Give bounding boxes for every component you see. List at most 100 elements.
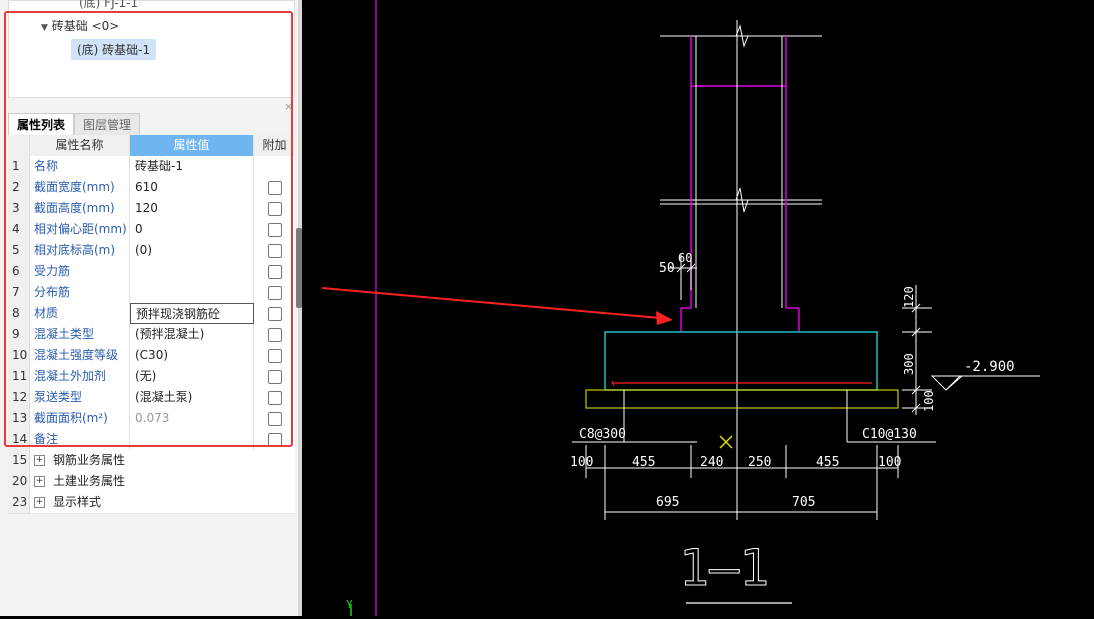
property-row[interactable]: 4 相对偏心距(mm) 0 [8,219,295,241]
group-name[interactable]: + 土建业务属性 [30,471,254,492]
property-row[interactable]: 12 泵送类型 (混凝土泵) [8,387,295,409]
dim-bottom-4: 250 [748,455,771,470]
add-checkbox[interactable] [268,328,282,342]
row-number: 15 [8,450,30,471]
add-checkbox[interactable] [268,244,282,258]
expand-plus-icon[interactable]: + [34,455,45,466]
property-row[interactable]: 14 备注 [8,429,295,451]
wall-outline [680,36,800,332]
property-name: 混凝土外加剂 [30,366,130,387]
property-value[interactable] [130,282,254,303]
add-cell [254,177,295,198]
property-value[interactable]: 预拌现浇钢筋砼 [130,303,254,324]
property-name: 名称 [30,156,130,177]
property-value[interactable]: 610 [130,177,254,198]
property-value[interactable]: (无) [130,366,254,387]
row-number: 20 [8,471,30,492]
row-number: 14 [8,429,30,450]
property-value[interactable]: (预拌混凝土) [130,324,254,345]
grid-header: 属性名称 属性值 附加 [8,135,295,157]
add-checkbox[interactable] [268,349,282,363]
header-name: 属性名称 [30,135,130,156]
row-number: 23 [8,492,30,513]
property-value[interactable]: 0 [130,219,254,240]
tree-item-cut[interactable]: (底) FJ-1-1 [79,0,138,11]
expand-plus-icon[interactable]: + [34,476,45,487]
property-group-row[interactable]: 23 + 显示样式 [8,492,295,514]
add-checkbox[interactable] [268,433,282,447]
property-value[interactable]: (C30) [130,345,254,366]
dim-300: 300 [902,353,916,375]
add-checkbox[interactable] [268,181,282,195]
expand-plus-icon[interactable]: + [34,497,45,508]
dim-50: 50 [659,261,675,276]
property-row[interactable]: 3 截面高度(mm) 120 [8,198,295,220]
caret-down-icon[interactable]: ▼ [41,23,48,33]
rebar-label-left: C8@300 [579,427,626,442]
add-checkbox[interactable] [268,370,282,384]
header-num [8,135,30,156]
elevation-mark [930,375,1040,391]
row-number: 4 [8,219,30,240]
add-cell [254,240,295,261]
property-row[interactable]: 2 截面宽度(mm) 610 [8,177,295,199]
tree-node-label: 砖基础 <0> [51,19,120,33]
component-tree: (底) FJ-1-1 ▼ 砖基础 <0> (底) 砖基础-1 [8,0,295,98]
tree-item-selected[interactable]: (底) 砖基础-1 [71,39,157,60]
property-value[interactable]: 120 [130,198,254,219]
property-row[interactable]: 13 截面面积(m²) 0.073 [8,408,295,430]
group-name[interactable]: + 钢筋业务属性 [30,450,254,471]
dim-bottom-2: 455 [632,455,655,470]
property-value[interactable]: (混凝土泵) [130,387,254,408]
property-name: 截面宽度(mm) [30,177,130,198]
add-checkbox[interactable] [268,202,282,216]
property-group-row[interactable]: 15 + 钢筋业务属性 [8,450,295,472]
add-cell [254,429,295,450]
add-checkbox[interactable] [268,307,282,321]
property-name: 备注 [30,429,130,450]
close-icon[interactable]: × [284,100,293,113]
property-value[interactable]: 0.073 [130,408,254,429]
section-label: 1—1 [679,539,769,597]
property-value[interactable] [130,261,254,282]
add-cell [254,324,295,345]
bedding-outline [585,389,899,409]
add-checkbox[interactable] [268,391,282,405]
tree-node-brick-foundation[interactable]: ▼ 砖基础 <0> [41,17,119,34]
property-row[interactable]: 11 混凝土外加剂 (无) [8,366,295,388]
property-row[interactable]: 6 受力筋 [8,261,295,283]
property-name: 相对底标高(m) [30,240,130,261]
add-checkbox[interactable] [268,286,282,300]
property-value[interactable]: (0) [130,240,254,261]
add-cell [254,345,295,366]
add-checkbox[interactable] [268,265,282,279]
group-name[interactable]: + 显示样式 [30,492,254,513]
dim-60: 60 [678,251,692,265]
group-label: 土建业务属性 [53,474,126,488]
add-checkbox[interactable] [268,223,282,237]
property-row[interactable]: 5 相对底标高(m) (0) [8,240,295,262]
add-checkbox[interactable] [268,412,282,426]
property-row[interactable]: 7 分布筋 [8,282,295,304]
property-value[interactable] [130,429,254,450]
property-group-row[interactable]: 20 + 土建业务属性 [8,471,295,493]
dim-bottom-5: 455 [816,455,839,470]
footing-outline [604,331,878,391]
row-number: 7 [8,282,30,303]
axis-y-label: Y [346,598,353,611]
add-cell [254,282,295,303]
dim-total-right: 705 [792,495,815,510]
property-row[interactable]: 10 混凝土强度等级 (C30) [8,345,295,367]
property-row[interactable]: 1 名称 砖基础-1 [8,156,295,178]
tab-layer-management[interactable]: 图层管理 [74,113,141,136]
cad-canvas[interactable]: Y 50 60 120 300 100 -2.900 C8@300 C10@13… [302,0,1094,616]
row-number: 12 [8,387,30,408]
property-row[interactable]: 8 材质 预拌现浇钢筋砼 [8,303,295,325]
add-cell [254,261,295,282]
property-name: 相对偏心距(mm) [30,219,130,240]
row-number: 10 [8,345,30,366]
tab-property-list[interactable]: 属性列表 [8,113,75,136]
property-row[interactable]: 9 混凝土类型 (预拌混凝土) [8,324,295,346]
property-value[interactable]: 砖基础-1 [130,156,254,177]
row-number: 2 [8,177,30,198]
